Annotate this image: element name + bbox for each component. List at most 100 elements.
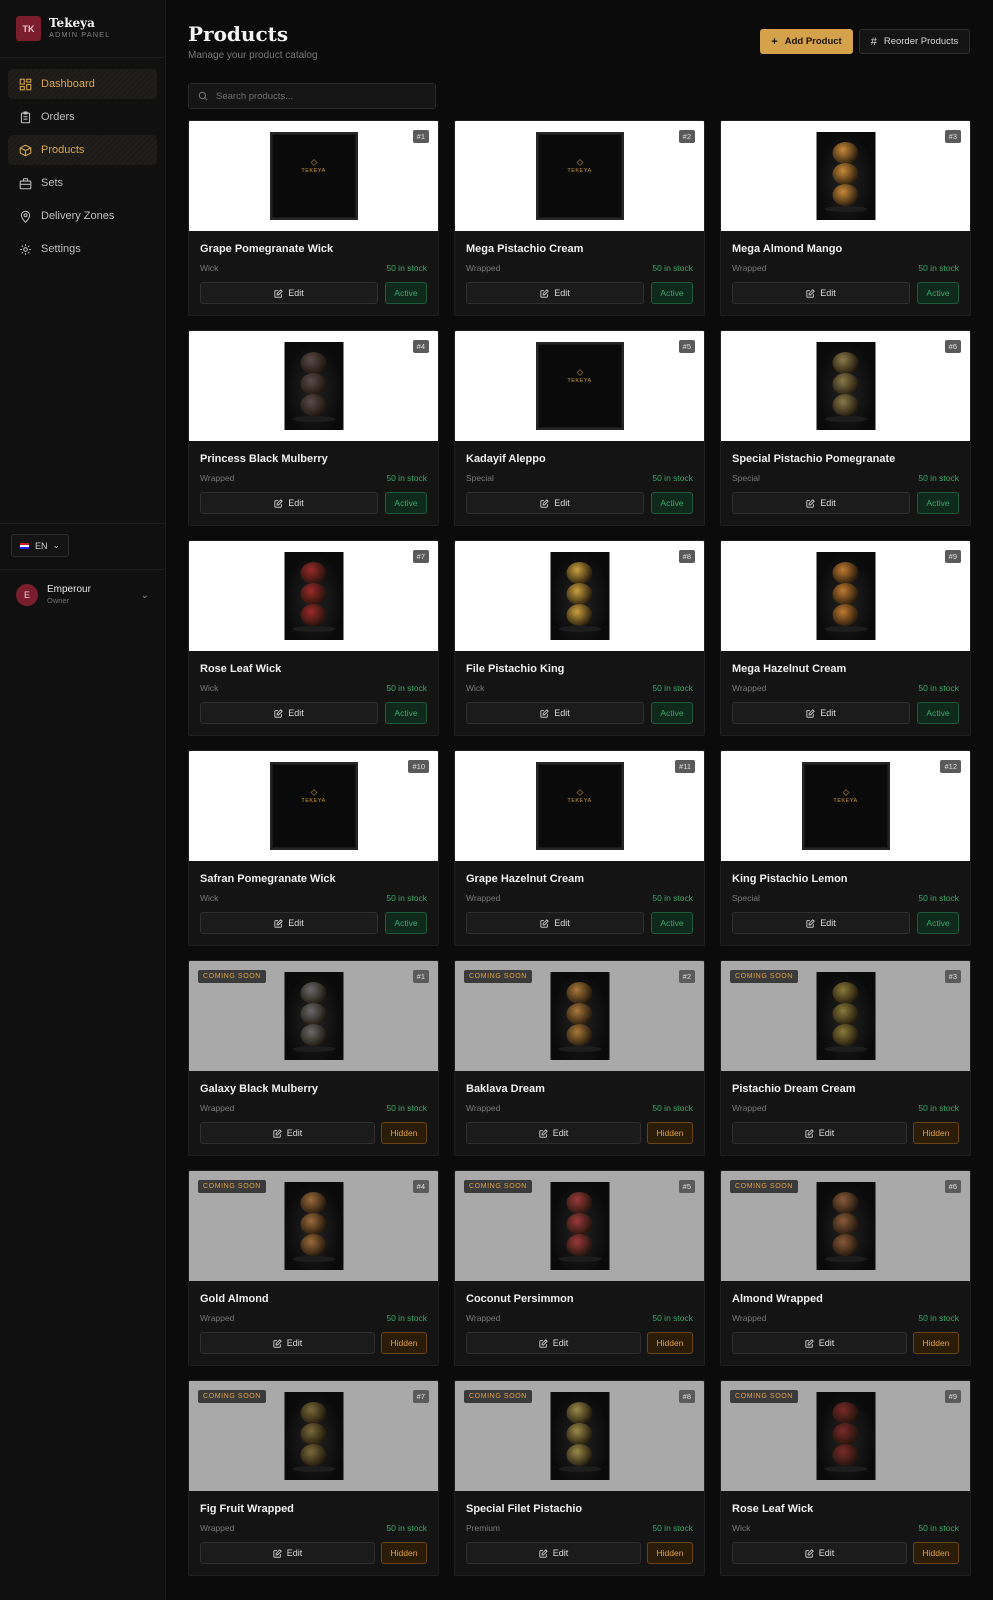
status-toggle[interactable]: Hidden xyxy=(381,1332,427,1354)
edit-product-button[interactable]: Edit xyxy=(200,492,378,514)
edit-product-button[interactable]: Edit xyxy=(200,1542,375,1564)
edit-product-button[interactable]: Edit xyxy=(732,282,910,304)
edit-product-button[interactable]: Edit xyxy=(466,492,644,514)
product-name: Baklava Dream xyxy=(466,1083,545,1095)
product-card: Tekeya #10 Safran Pomegranate Wick Wick … xyxy=(188,750,439,946)
edit-product-button[interactable]: Edit xyxy=(200,702,378,724)
product-category: Wrapped xyxy=(200,1103,235,1113)
product-category: Wrapped xyxy=(732,1103,767,1113)
edit-product-button[interactable]: Edit xyxy=(732,1542,907,1564)
edit-product-button[interactable]: Edit xyxy=(466,1332,641,1354)
edit-product-button[interactable]: Edit xyxy=(732,1122,907,1144)
search-input[interactable] xyxy=(216,90,426,102)
product-thumbnail[interactable]: COMING SOON #8 xyxy=(455,1381,704,1491)
product-thumbnail[interactable]: COMING SOON #7 xyxy=(189,1381,438,1491)
product-thumbnail[interactable]: COMING SOON #1 xyxy=(189,961,438,1071)
product-thumbnail[interactable]: #4 xyxy=(189,331,438,441)
product-thumbnail[interactable]: COMING SOON #9 xyxy=(721,1381,970,1491)
edit-icon xyxy=(274,708,283,718)
product-category: Special xyxy=(732,473,760,483)
edit-icon xyxy=(805,1128,814,1138)
product-thumbnail[interactable]: #7 xyxy=(189,541,438,651)
edit-product-button[interactable]: Edit xyxy=(466,1542,641,1564)
product-thumbnail[interactable]: COMING SOON #3 xyxy=(721,961,970,1071)
edit-product-button[interactable]: Edit xyxy=(200,1122,375,1144)
edit-product-button[interactable]: Edit xyxy=(466,282,644,304)
status-toggle[interactable]: Active xyxy=(385,702,427,724)
edit-product-button[interactable]: Edit xyxy=(732,912,910,934)
edit-product-button[interactable]: Edit xyxy=(732,492,910,514)
product-thumbnail[interactable]: Tekeya #2 xyxy=(455,121,704,231)
product-thumbnail[interactable]: #3 xyxy=(721,121,970,231)
status-toggle[interactable]: Active xyxy=(651,702,693,724)
product-thumbnail[interactable]: COMING SOON #6 xyxy=(721,1171,970,1281)
sidebar-item-dashboard[interactable]: Dashboard xyxy=(8,69,157,99)
product-thumbnail[interactable]: #9 xyxy=(721,541,970,651)
status-toggle[interactable]: Active xyxy=(385,492,427,514)
status-toggle[interactable]: Hidden xyxy=(913,1332,959,1354)
product-name: Mega Hazelnut Cream xyxy=(732,663,847,675)
status-toggle[interactable]: Hidden xyxy=(647,1332,693,1354)
placeholder-logo: Tekeya xyxy=(301,798,326,804)
product-category: Wrapped xyxy=(466,893,501,903)
edit-product-button[interactable]: Edit xyxy=(200,912,378,934)
status-toggle[interactable]: Hidden xyxy=(381,1542,427,1564)
sidebar-item-delivery-zones[interactable]: Delivery Zones xyxy=(8,201,157,231)
product-thumbnail[interactable]: #8 xyxy=(455,541,704,651)
status-toggle[interactable]: Active xyxy=(917,912,959,934)
language-selector[interactable]: EN ⌄ xyxy=(11,534,70,557)
product-card: Tekeya #1 Grape Pomegranate Wick Wick 50… xyxy=(188,120,439,316)
status-toggle[interactable]: Active xyxy=(651,282,693,304)
status-toggle[interactable]: Active xyxy=(385,912,427,934)
order-number-badge: #3 xyxy=(944,970,961,983)
edit-product-button[interactable]: Edit xyxy=(732,1332,907,1354)
status-toggle[interactable]: Active xyxy=(917,702,959,724)
product-thumbnail[interactable]: #6 xyxy=(721,331,970,441)
product-thumbnail[interactable]: Tekeya #5 xyxy=(455,331,704,441)
status-toggle[interactable]: Hidden xyxy=(647,1122,693,1144)
sidebar-item-orders[interactable]: Orders xyxy=(8,102,157,132)
status-toggle[interactable]: Active xyxy=(651,492,693,514)
product-thumbnail[interactable]: Tekeya #11 xyxy=(455,751,704,861)
sidebar-item-sets[interactable]: Sets xyxy=(8,168,157,198)
sidebar-item-products[interactable]: Products xyxy=(8,135,157,165)
edit-product-button[interactable]: Edit xyxy=(466,702,644,724)
product-thumbnail[interactable]: Tekeya #1 xyxy=(189,121,438,231)
coming-soon-badge: COMING SOON xyxy=(464,1180,532,1193)
reorder-products-button[interactable]: # Reorder Products xyxy=(859,29,970,54)
edit-product-button[interactable]: Edit xyxy=(732,702,910,724)
edit-icon xyxy=(540,708,549,718)
status-toggle[interactable]: Active xyxy=(917,492,959,514)
product-image xyxy=(550,1182,609,1270)
product-image-placeholder: Tekeya xyxy=(269,132,358,220)
product-thumbnail[interactable]: Tekeya #12 xyxy=(721,751,970,861)
coming-soon-badge: COMING SOON xyxy=(730,1390,798,1403)
sidebar-item-settings[interactable]: Settings xyxy=(8,234,157,264)
product-name: Gold Almond xyxy=(200,1293,269,1305)
product-thumbnail[interactable]: COMING SOON #2 xyxy=(455,961,704,1071)
product-stock: 50 in stock xyxy=(652,1103,693,1113)
status-toggle[interactable]: Hidden xyxy=(913,1122,959,1144)
edit-product-button[interactable]: Edit xyxy=(466,1122,641,1144)
add-product-button[interactable]: + Add Product xyxy=(760,29,853,54)
product-thumbnail[interactable]: COMING SOON #4 xyxy=(189,1171,438,1281)
status-toggle[interactable]: Active xyxy=(651,912,693,934)
product-image xyxy=(816,342,875,430)
product-thumbnail[interactable]: Tekeya #10 xyxy=(189,751,438,861)
status-toggle[interactable]: Hidden xyxy=(647,1542,693,1564)
edit-product-button[interactable]: Edit xyxy=(200,282,378,304)
status-toggle[interactable]: Hidden xyxy=(381,1122,427,1144)
status-toggle[interactable]: Hidden xyxy=(913,1542,959,1564)
sidebar-footer: EN ⌄ E Emperour Owner ⌄ xyxy=(0,523,165,620)
edit-product-button[interactable]: Edit xyxy=(200,1332,375,1354)
flag-icon xyxy=(20,542,29,549)
edit-product-button[interactable]: Edit xyxy=(466,912,644,934)
product-name: Princess Black Mulberry xyxy=(200,453,328,465)
product-card: Tekeya #12 King Pistachio Lemon Special … xyxy=(720,750,971,946)
user-menu[interactable]: E Emperour Owner ⌄ xyxy=(0,569,165,620)
status-toggle[interactable]: Active xyxy=(385,282,427,304)
status-toggle[interactable]: Active xyxy=(917,282,959,304)
product-thumbnail[interactable]: COMING SOON #5 xyxy=(455,1171,704,1281)
product-image-placeholder: Tekeya xyxy=(535,762,624,850)
product-category: Wick xyxy=(466,683,485,693)
